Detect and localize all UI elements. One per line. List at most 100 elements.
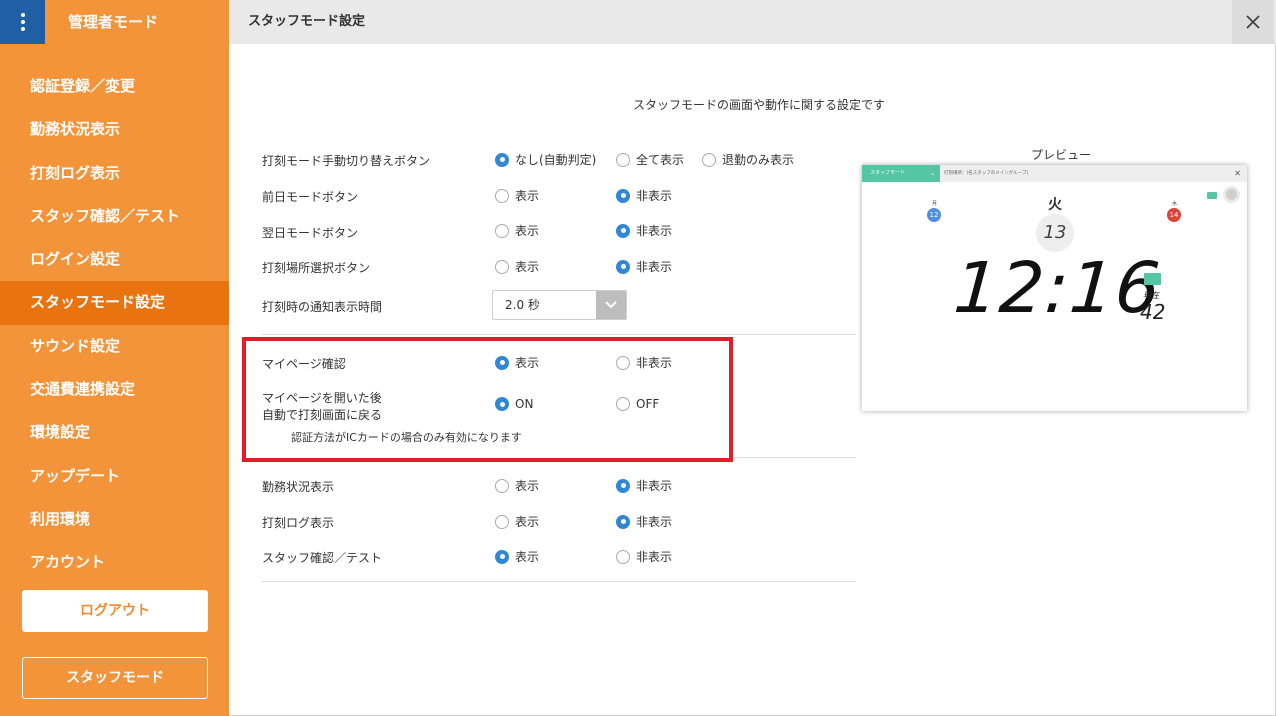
sidebar-item-transport-settings[interactable]: 交通費連携設定 xyxy=(0,368,229,411)
sidebar-item-usage-environment[interactable]: 利用環境 xyxy=(0,498,229,541)
sidebar-item-sound-settings[interactable]: サウンド設定 xyxy=(0,325,229,368)
radio-icon xyxy=(616,514,630,529)
notify-time-select[interactable]: 2.0 秒 xyxy=(492,290,627,320)
radio-icon xyxy=(616,355,630,370)
staff-check-option-show[interactable]: 表示 xyxy=(495,548,539,565)
option-label: 表示 xyxy=(515,224,540,238)
chevron-down-icon: ⌄ xyxy=(930,170,936,177)
radio-icon xyxy=(495,152,509,167)
prev-day-label: 前日モードボタン xyxy=(262,190,359,204)
preview-next-day-name: 水 xyxy=(1172,201,1178,207)
sidebar-item-environment-settings[interactable]: 環境設定 xyxy=(0,411,229,454)
option-label: 表示 xyxy=(515,479,540,493)
preview-clock-time: 12:16 xyxy=(951,247,1164,329)
mode-switch-option-all[interactable]: 全て表示 xyxy=(616,151,684,168)
radio-icon xyxy=(495,549,509,564)
sidebar: 管理者モード 認証登録／変更 勤務状況表示 打刻ログ表示 スタッフ確認／テスト … xyxy=(0,0,229,716)
close-icon: ✕ xyxy=(1234,169,1241,178)
option-label: 非表示 xyxy=(636,189,673,203)
logout-button[interactable]: ログアウト xyxy=(22,590,208,632)
mypage-return-option-on[interactable]: ON xyxy=(495,397,533,411)
prev-day-option-show[interactable]: 表示 xyxy=(495,187,539,204)
sidebar-item-account[interactable]: アカウント xyxy=(0,541,229,584)
mode-switch-option-leave-only[interactable]: 退勤のみ表示 xyxy=(702,151,794,168)
preview-label: プレビュー xyxy=(1031,148,1092,162)
work-status-option-show[interactable]: 表示 xyxy=(495,477,539,494)
section-divider xyxy=(262,581,856,582)
staff-mode-button[interactable]: スタッフモード xyxy=(22,657,208,699)
ic-card-note: 認証方法がICカードの場合のみ有効になります xyxy=(291,431,522,444)
option-label: 全て表示 xyxy=(636,153,685,167)
radio-icon xyxy=(616,549,630,564)
notify-time-label: 打刻時の通知表示時間 xyxy=(262,300,383,314)
menu-dots-button[interactable] xyxy=(0,0,45,44)
option-label: 表示 xyxy=(515,550,540,564)
section-divider xyxy=(262,334,856,335)
preview-seconds: 42 xyxy=(1140,300,1166,324)
next-day-option-show[interactable]: 表示 xyxy=(495,222,539,239)
radio-icon xyxy=(616,259,630,274)
preview-mode-label: スタッフモード xyxy=(862,165,940,182)
location-label: 打刻場所選択ボタン xyxy=(262,261,371,275)
preview-header: スタッフモード ⌄ 打刻場所：(名スタッフのメイングループ) ✕ xyxy=(862,165,1247,182)
radio-icon xyxy=(495,259,509,274)
mypage-return-option-off[interactable]: OFF xyxy=(616,397,659,411)
location-option-hide[interactable]: 非表示 xyxy=(616,258,672,275)
select-value: 2.0 秒 xyxy=(505,298,540,312)
mypage-option-hide[interactable]: 非表示 xyxy=(616,354,672,371)
mode-switch-option-none[interactable]: なし(自動判定) xyxy=(495,151,596,168)
sidebar-item-staff-mode-settings[interactable]: スタッフモード設定 xyxy=(0,281,229,325)
option-label: 非表示 xyxy=(636,260,673,274)
option-label: 表示 xyxy=(515,189,540,203)
option-label: 表示 xyxy=(515,515,540,529)
radio-icon xyxy=(702,152,716,167)
work-status-option-hide[interactable]: 非表示 xyxy=(616,477,672,494)
preview-today-name: 火 xyxy=(1048,197,1062,213)
header-bar: スタッフモード設定 xyxy=(229,0,1276,44)
close-icon xyxy=(1246,15,1260,29)
sidebar-header: 管理者モード xyxy=(0,0,229,44)
dot xyxy=(20,13,25,17)
radio-icon xyxy=(495,223,509,238)
staff-check-option-hide[interactable]: 非表示 xyxy=(616,548,672,565)
next-day-label: 翌日モードボタン xyxy=(262,226,359,240)
radio-icon xyxy=(616,397,630,411)
preview-location-text: 打刻場所：(名スタッフのメイングループ) xyxy=(944,171,1029,176)
dot xyxy=(20,20,25,24)
sidebar-item-login-settings[interactable]: ログイン設定 xyxy=(0,238,229,281)
option-label: 表示 xyxy=(515,260,540,274)
sidebar-item-auth-registration[interactable]: 認証登録／変更 xyxy=(0,65,229,108)
card-icon xyxy=(1144,273,1161,285)
select-arrow xyxy=(596,291,626,319)
next-day-option-hide[interactable]: 非表示 xyxy=(616,222,672,239)
mypage-return-label-line2: 自動で打刻画面に戻る xyxy=(262,408,383,422)
section-divider xyxy=(733,457,856,458)
sidebar-item-punch-log[interactable]: 打刻ログ表示 xyxy=(0,152,229,195)
mypage-label: マイページ確認 xyxy=(262,357,346,371)
staff-check-label: スタッフ確認／テスト xyxy=(262,551,383,565)
option-label: 非表示 xyxy=(636,224,673,238)
sidebar-item-work-status[interactable]: 勤務状況表示 xyxy=(0,108,229,151)
settings-description: スタッフモードの画面や動作に関する設定です xyxy=(633,98,886,112)
radio-icon xyxy=(616,223,630,238)
option-label: 退勤のみ表示 xyxy=(722,153,795,167)
option-label: ON xyxy=(515,397,534,411)
sound-icon xyxy=(1223,186,1240,203)
sidebar-item-update[interactable]: アップデート xyxy=(0,455,229,498)
radio-icon xyxy=(616,152,630,167)
close-button[interactable] xyxy=(1232,0,1274,44)
radio-icon xyxy=(495,188,509,203)
staff-mode-preview: スタッフモード ⌄ 打刻場所：(名スタッフのメイングループ) ✕ 月 12 火 … xyxy=(862,165,1247,411)
punch-log-option-show[interactable]: 表示 xyxy=(495,513,539,530)
radio-icon xyxy=(616,478,630,493)
location-option-show[interactable]: 表示 xyxy=(495,258,539,275)
settings-content: スタッフモードの画面や動作に関する設定です 打刻モード手動切り替えボタン なし(… xyxy=(229,44,1276,716)
option-label: 非表示 xyxy=(636,479,673,493)
sidebar-item-staff-check[interactable]: スタッフ確認／テスト xyxy=(0,195,229,238)
radio-icon xyxy=(495,478,509,493)
punch-log-option-hide[interactable]: 非表示 xyxy=(616,513,672,530)
prev-day-option-hide[interactable]: 非表示 xyxy=(616,187,672,204)
preview-prev-day-name: 月 xyxy=(932,201,938,207)
mypage-option-show[interactable]: 表示 xyxy=(495,354,539,371)
page-title: スタッフモード設定 xyxy=(248,14,366,29)
